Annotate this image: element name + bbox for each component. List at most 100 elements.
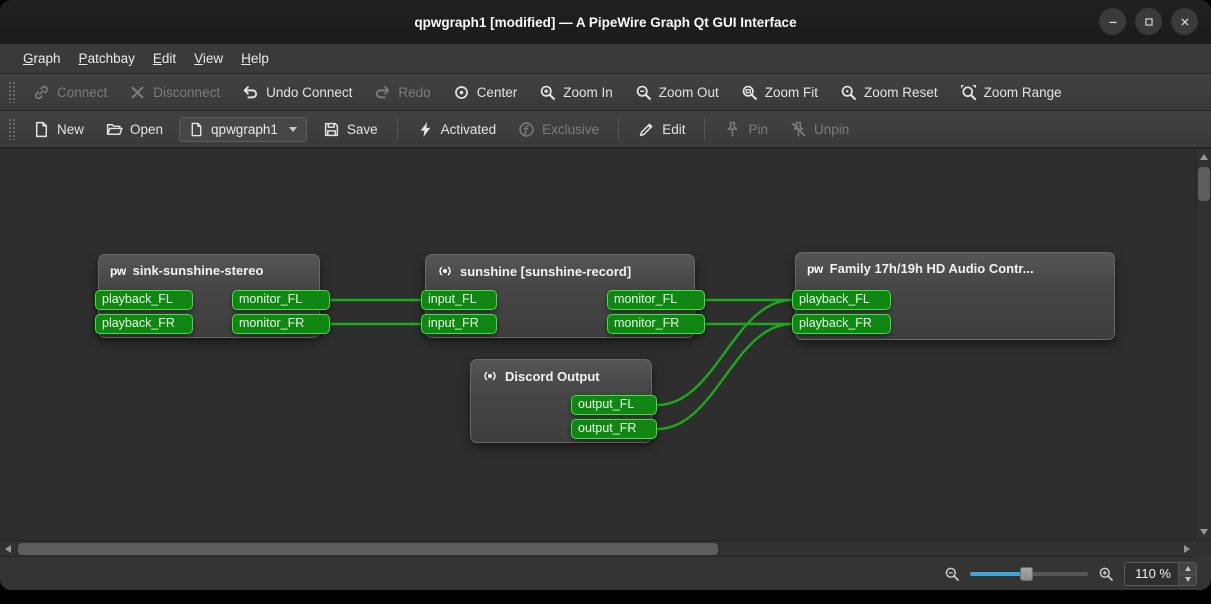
maximize-icon <box>1142 15 1156 29</box>
zoom-in-button[interactable]: Zoom In <box>529 78 623 107</box>
node-header: Discord Output <box>471 360 651 384</box>
patchbay-combo[interactable]: qpwgraph1 <box>179 117 307 142</box>
zoom-reset-label: Zoom Reset <box>864 85 938 100</box>
record-icon <box>482 368 498 384</box>
center-button[interactable]: Center <box>443 78 528 107</box>
zoom-reset-button[interactable]: Zoom Reset <box>830 78 948 107</box>
save-label: Save <box>347 122 378 137</box>
vertical-scrollbar[interactable] <box>1195 149 1211 540</box>
port-output_FR[interactable]: output_FR <box>571 419 657 439</box>
statusbar-zoom-in-button[interactable] <box>1098 566 1114 582</box>
redo-icon <box>374 84 391 101</box>
spin-up-button[interactable] <box>1179 563 1196 574</box>
exclusive-toggle[interactable]: Exclusive <box>508 115 609 144</box>
port-playback_FR[interactable]: playback_FR <box>95 314 193 334</box>
vertical-scroll-handle[interactable] <box>1198 167 1210 201</box>
minimize-icon <box>1106 15 1120 29</box>
scroll-down-button[interactable] <box>1196 524 1211 540</box>
toolbar-handle[interactable] <box>8 81 15 103</box>
zoom-spinbox[interactable]: 110 % <box>1124 562 1197 586</box>
horizontal-scrollbar[interactable] <box>0 540 1211 556</box>
zoom-out-button[interactable]: Zoom Out <box>625 78 729 107</box>
toolbar-patchbay: New Open qpwgraph1 Save Act <box>0 111 1211 148</box>
close-button[interactable] <box>1171 8 1198 35</box>
redo-label: Redo <box>398 85 430 100</box>
menu-view[interactable]: View <box>185 44 232 73</box>
zoom-in-icon <box>1098 566 1114 582</box>
titlebar[interactable]: qpwgraph1 [modified] — A PipeWire Graph … <box>0 0 1211 44</box>
scrollbar-corner <box>1195 541 1211 557</box>
pin-icon <box>724 121 741 138</box>
edit-button[interactable]: Edit <box>628 115 695 144</box>
connect-label: Connect <box>57 85 107 100</box>
maximize-button[interactable] <box>1135 8 1162 35</box>
menu-graph[interactable]: Graph <box>14 44 70 73</box>
arrow-down-icon <box>1185 577 1191 582</box>
scroll-up-button[interactable] <box>1196 149 1211 165</box>
activated-bolt-icon <box>417 121 434 138</box>
zoom-fit-button[interactable]: Zoom Fit <box>731 78 828 107</box>
undo-connect-button[interactable]: Undo Connect <box>232 78 362 107</box>
zoom-slider-groove <box>1026 572 1088 576</box>
port-input_FR[interactable]: input_FR <box>421 314 497 334</box>
statusbar-zoom-out-button[interactable] <box>944 566 960 582</box>
zoom-range-icon <box>960 84 977 101</box>
node-title: sunshine [sunshine-record] <box>460 264 631 279</box>
save-button[interactable]: Save <box>313 115 388 144</box>
menu-help[interactable]: Help <box>232 44 278 73</box>
disconnect-button[interactable]: Disconnect <box>119 78 230 107</box>
redo-button[interactable]: Redo <box>364 78 440 107</box>
port-monitor_FL[interactable]: monitor_FL <box>607 290 705 310</box>
toolbar-graph: Connect Disconnect Undo Connect Redo Cen <box>0 74 1211 111</box>
port-playback_FL[interactable]: playback_FL <box>95 290 193 310</box>
port-playback_FL[interactable]: playback_FL <box>792 290 891 310</box>
canvas-wrap: pw sink-sunshine-stereo playback_FL play… <box>0 148 1211 556</box>
graph-canvas[interactable]: pw sink-sunshine-stereo playback_FL play… <box>0 149 1211 540</box>
zoom-out-icon <box>944 566 960 582</box>
node-title: sink-sunshine-stereo <box>133 263 264 278</box>
node-header: sunshine [sunshine-record] <box>426 255 694 279</box>
port-monitor_FR[interactable]: monitor_FR <box>232 314 330 334</box>
zoom-slider-handle[interactable] <box>1020 567 1033 581</box>
disconnect-label: Disconnect <box>153 85 220 100</box>
arrow-up-icon <box>1200 154 1208 160</box>
port-output_FL[interactable]: output_FL <box>571 395 657 415</box>
horizontal-scroll-handle[interactable] <box>18 543 718 555</box>
window-controls <box>1099 8 1198 35</box>
unpin-icon <box>790 121 807 138</box>
scroll-left-button[interactable] <box>0 541 16 557</box>
new-button[interactable]: New <box>23 115 94 144</box>
unpin-button[interactable]: Unpin <box>780 115 859 144</box>
port-input_FL[interactable]: input_FL <box>421 290 497 310</box>
zoom-slider[interactable] <box>970 565 1088 583</box>
spinbox-arrows <box>1178 563 1196 585</box>
toolbar-handle[interactable] <box>8 118 15 140</box>
pipewire-icon: pw <box>807 263 823 275</box>
port-monitor_FL[interactable]: monitor_FL <box>232 290 330 310</box>
open-button[interactable]: Open <box>96 115 173 144</box>
pin-button[interactable]: Pin <box>714 115 778 144</box>
statusbar: 110 % <box>0 556 1211 590</box>
zoom-out-icon <box>635 84 652 101</box>
zoom-value: 110 % <box>1125 566 1178 581</box>
node-title: Family 17h/19h HD Audio Contr... <box>830 261 1034 276</box>
spin-down-button[interactable] <box>1179 574 1196 585</box>
arrow-right-icon <box>1184 545 1190 553</box>
exclusive-label: Exclusive <box>542 122 599 137</box>
port-playback_FR[interactable]: playback_FR <box>792 314 891 334</box>
menu-edit[interactable]: Edit <box>144 44 185 73</box>
zoom-reset-icon <box>840 84 857 101</box>
open-label: Open <box>130 122 163 137</box>
scroll-right-button[interactable] <box>1179 541 1195 557</box>
zoom-fit-label: Zoom Fit <box>765 85 818 100</box>
port-monitor_FR[interactable]: monitor_FR <box>607 314 705 334</box>
minimize-button[interactable] <box>1099 8 1126 35</box>
activated-toggle[interactable]: Activated <box>407 115 507 144</box>
window-title: qpwgraph1 [modified] — A PipeWire Graph … <box>414 15 796 30</box>
connect-button[interactable]: Connect <box>23 78 117 107</box>
undo-connect-label: Undo Connect <box>266 85 352 100</box>
zoom-slider-groove-filled <box>970 572 1026 576</box>
edit-pencil-icon <box>638 121 655 138</box>
zoom-range-button[interactable]: Zoom Range <box>950 78 1072 107</box>
menu-patchbay[interactable]: Patchbay <box>70 44 144 73</box>
